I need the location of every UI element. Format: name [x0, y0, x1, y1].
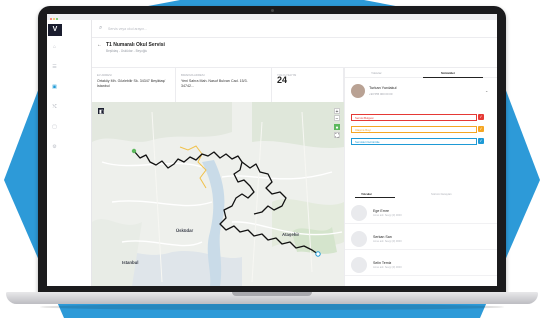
search-icon: ⌕ — [99, 25, 103, 31]
home-address-value: Ortaköy Mh. Gözlebilir Sk. 34347 Beşikta… — [97, 79, 166, 88]
tab-passengers[interactable]: Yolcular — [371, 71, 382, 75]
map-label-atasehir: Ataşehir — [282, 232, 300, 237]
map-layers-button[interactable]: ◧ — [98, 108, 104, 115]
sidebar-settings-icon[interactable]: ⚙ — [51, 144, 58, 150]
check-item-3[interactable]: Servisleri Görüntüle — [351, 138, 477, 145]
laptop-notch — [232, 292, 312, 296]
app-screen: V ⌂ ☰ ▣ ⤭ ▢ ⚙ ⌕ Servis veya okul arayın.… — [47, 14, 497, 286]
route-header: ← T1 Numaralı Okul Servisi Beşiktaş - Üs… — [92, 38, 497, 68]
passenger-name: Ege Emre — [373, 209, 389, 213]
check-red-icon[interactable]: ✓ — [478, 114, 484, 120]
map-canvas — [92, 102, 344, 286]
check-item-2[interactable]: Ulaşma Rayı — [351, 126, 477, 133]
passenger-name: Serkan Sarı — [373, 235, 392, 239]
product-mockup: V ⌂ ☰ ▣ ⤭ ▢ ⚙ ⌕ Servis veya okul arayın.… — [0, 0, 544, 325]
list-item[interactable]: Serkan Sarı Anne adı: Sevgi (0) 0000 — [345, 228, 497, 250]
passenger-subtabs: Yolcular Sürücü Detayları — [345, 191, 497, 199]
sidebar-route-icon[interactable]: ⤭ — [51, 104, 58, 110]
detail-panel: Yolcular Sürücüler Turkan Yurdakul +90 5… — [344, 68, 497, 286]
subtab-driver-details[interactable]: Sürücü Detayları — [431, 192, 452, 196]
passenger-detail: Anne adı: Sevgi (0) 0000 — [373, 266, 402, 269]
passenger-count-box: Yolcu sayısı 24 — [272, 68, 344, 102]
sidebar-bus-icon[interactable]: ▣ — [51, 84, 58, 90]
passenger-name: Selin Temiz — [373, 261, 392, 265]
sidebar-list-icon[interactable]: ☰ — [51, 64, 58, 70]
driver-name: Turkan Yurdakul — [369, 86, 397, 90]
camera-icon — [271, 9, 274, 12]
passenger-count-value: 24 — [277, 75, 288, 85]
back-arrow-icon[interactable]: ← — [97, 42, 102, 48]
active-tab-underline — [423, 77, 483, 78]
app-logo[interactable]: V — [48, 24, 62, 36]
dropoff-address-value: Yeni Sahra Mah. Nasuf Bulvarı Cad. 15/3.… — [181, 79, 248, 88]
fullscreen-icon[interactable]: ⛶ — [334, 132, 340, 139]
tab-drivers[interactable]: Sürücüler — [441, 71, 455, 75]
check-blue-icon[interactable]: ✓ — [478, 138, 484, 144]
dropoff-address-box: Bırakma adresi Yeni Sahra Mah. Nasuf Bul… — [176, 68, 272, 102]
sidebar: V ⌂ ☰ ▣ ⤭ ▢ ⚙ — [47, 20, 92, 286]
laptop-shadow — [40, 304, 504, 310]
home-address-box: Ev adresi Ortaköy Mh. Gözlebilir Sk. 343… — [92, 68, 176, 102]
dropoff-address-label: Bırakma adresi — [181, 73, 205, 77]
route-subtitle: Beşiktaş - Üsküdar - Beyoğlu — [106, 49, 148, 53]
search-bar: ⌕ Servis veya okul arayın... — [92, 20, 497, 38]
passenger-detail: Anne adı: Sevgi (0) 0000 — [373, 214, 402, 217]
sidebar-chat-icon[interactable]: ▢ — [51, 124, 58, 130]
panel-tabs: Yolcular Sürücüler — [345, 68, 497, 78]
active-subtab-underline — [355, 197, 395, 198]
driver-card[interactable]: Turkan Yurdakul +90 555 000 00 00 ⌄ — [345, 82, 497, 108]
sidebar-home-icon[interactable]: ⌂ — [51, 44, 58, 50]
route-map[interactable]: ◧ + − ● ⛶ Istanbul Üsküdar Ataşehir — [92, 102, 344, 286]
passenger-detail: Anne adı: Sevgi (0) 0000 — [373, 240, 402, 243]
passenger-avatar — [351, 257, 367, 273]
map-label-uskudar: Üsküdar — [176, 228, 194, 233]
zoom-out-button[interactable]: − — [334, 115, 340, 122]
route-title: T1 Numaralı Okul Servisi — [106, 42, 165, 48]
list-item[interactable]: Ege Emre Anne adı: Sevgi (0) 0000 — [345, 202, 497, 224]
chevron-down-icon[interactable]: ⌄ — [485, 88, 488, 93]
subtab-passengers[interactable]: Yolcular — [361, 192, 372, 196]
passenger-avatar — [351, 205, 367, 221]
list-item[interactable]: Selin Temiz Anne adı: Sevgi (0) 0000 — [345, 254, 497, 276]
check-yellow-icon[interactable]: ✓ — [478, 126, 484, 132]
check-item-1[interactable]: Servisi Bulgusi — [351, 114, 477, 121]
zoom-in-button[interactable]: + — [334, 108, 340, 115]
map-label-istanbul: Istanbul — [122, 260, 139, 265]
street-view-icon[interactable]: ● — [334, 124, 340, 131]
search-input[interactable]: Servis veya okul arayın... — [108, 27, 147, 31]
driver-phone: +90 555 000 00 00 — [369, 92, 393, 96]
home-address-label: Ev adresi — [97, 73, 112, 77]
passenger-avatar — [351, 231, 367, 247]
driver-avatar — [351, 84, 365, 98]
